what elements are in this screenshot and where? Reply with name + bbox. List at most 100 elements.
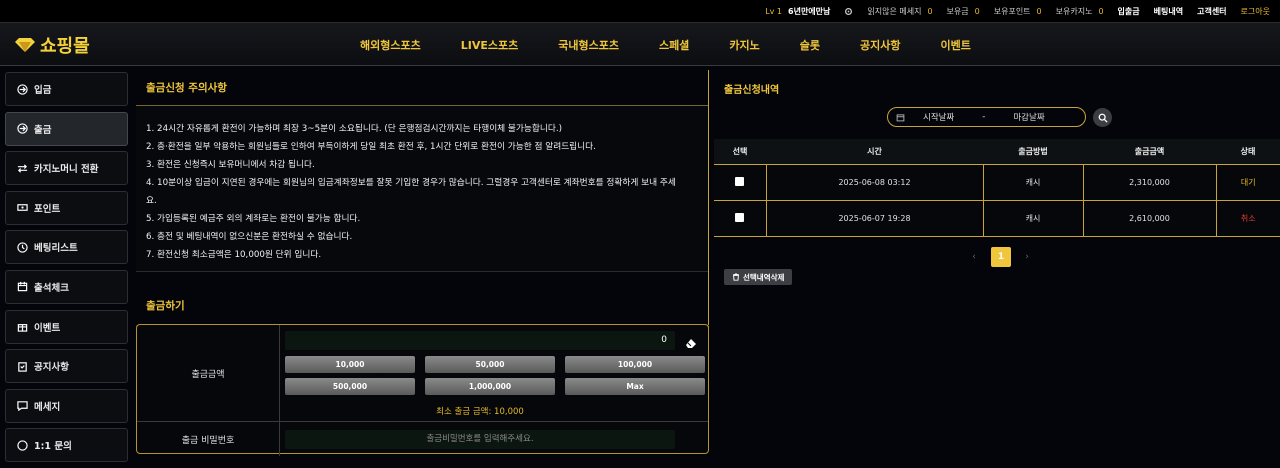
- row-method: 캐시: [983, 200, 1084, 237]
- min-amount-text: 최소 출금 금액: 10,000: [436, 407, 524, 417]
- menu-event[interactable]: 이벤트: [940, 37, 970, 53]
- sidebar-item-inquiry[interactable]: 1:1 문의: [5, 428, 128, 463]
- notice-line: 6. 충전 및 베팅내역이 없으신분은 환전하실 수 없습니다.: [146, 232, 353, 242]
- quick-amount-button[interactable]: 100,000: [565, 356, 705, 373]
- row-checkbox[interactable]: [735, 212, 745, 222]
- level-text: Lv 1: [765, 6, 783, 16]
- delete-selected-button[interactable]: 선택내역삭제: [724, 269, 793, 285]
- row-amount: 2,310,000: [1083, 164, 1217, 201]
- password-input[interactable]: 출금비밀번호를 입력해주세요.: [285, 430, 675, 449]
- quick-amount-button[interactable]: 10,000: [285, 356, 415, 373]
- calendar-icon: [17, 282, 28, 292]
- date-range[interactable]: 시작날짜 - 마감날짜: [887, 107, 1086, 127]
- prev-page-button[interactable]: ‹: [964, 247, 984, 267]
- sidebar-item-label: 출금: [34, 124, 52, 136]
- password-row: 출금 비밀번호 출금비밀번호를 입력해주세요.: [137, 421, 708, 456]
- quick-amount-button[interactable]: 500,000: [285, 378, 415, 395]
- holding-money: 보유금 0: [947, 6, 980, 17]
- menu-overseas-sports[interactable]: 해외형스포츠: [360, 37, 421, 53]
- withdraw-icon: [17, 123, 28, 134]
- next-page-button[interactable]: ›: [1017, 247, 1037, 267]
- menu-live-sports[interactable]: LIVE스포츠: [461, 37, 519, 53]
- start-date-input[interactable]: 시작날짜: [923, 111, 954, 123]
- unread-label: 읽지않은 메세지: [867, 6, 922, 16]
- end-date-input[interactable]: 마감날짜: [1013, 111, 1044, 123]
- sidebar: 입금 출금 카지노머니 전환 포인트 베팅리스트 출석체크 이벤트 공지사항 메…: [5, 72, 128, 468]
- logo[interactable]: 쇼핑몰: [14, 32, 90, 58]
- notice-title: 출금신청 주의사항: [136, 70, 708, 106]
- row-amount: 2,610,000: [1083, 200, 1217, 237]
- sidebar-item-event[interactable]: 이벤트: [5, 309, 128, 344]
- exchange-icon: [17, 164, 28, 173]
- notice-line: 2. 충·환전을 일부 악용하는 회원님들로 인하여 부득이하게 당일 최초 환…: [146, 142, 596, 152]
- search-icon: [1098, 113, 1108, 123]
- sidebar-item-notice[interactable]: 공지사항: [5, 349, 128, 384]
- row-checkbox[interactable]: [735, 176, 745, 186]
- settings-icon[interactable]: [844, 7, 853, 16]
- logout-link[interactable]: 로그아웃: [1241, 6, 1270, 17]
- support-link[interactable]: 고객센터: [1197, 6, 1226, 17]
- menu-domestic-sports[interactable]: 국내형스포츠: [558, 37, 619, 53]
- main-nav: 쇼핑몰 해외형스포츠 LIVE스포츠 국내형스포츠 스페셜 카지노 슬롯 공지사…: [0, 22, 1280, 66]
- max-amount-button[interactable]: Max: [565, 378, 705, 395]
- col-time: 시간: [766, 139, 983, 165]
- diamond-icon: [15, 38, 35, 52]
- trash-icon: [733, 273, 739, 281]
- row-method: 캐시: [983, 164, 1084, 201]
- notice-line: 1. 24시간 자유롭게 환전이 가능하며 최장 3~5분이 소요됩니다. (단…: [146, 124, 563, 134]
- menu-notice[interactable]: 공지사항: [860, 37, 900, 53]
- table-row: 2025-06-08 03:12 캐시 2,310,000 대기: [714, 164, 1280, 201]
- calendar-icon: [896, 113, 905, 121]
- sidebar-item-label: 메세지: [34, 401, 61, 413]
- sidebar-item-betting-list[interactable]: 베팅리스트: [5, 230, 128, 265]
- withdraw-form: 출금금액 0 10,000 50,000 100,000 500,000 1,0…: [136, 324, 709, 456]
- sidebar-item-attendance[interactable]: 출석체크: [5, 269, 128, 304]
- quick-amount-button[interactable]: 50,000: [425, 356, 555, 373]
- menu-casino[interactable]: 카지노: [729, 37, 759, 53]
- sidebar-item-label: 출석체크: [34, 282, 69, 294]
- delete-selected-label: 선택내역삭제: [743, 272, 785, 282]
- casino-label: 보유카지노: [1055, 6, 1093, 16]
- row-checkbox-cell: [714, 164, 767, 201]
- page-button-current[interactable]: 1: [991, 247, 1011, 267]
- points-value: 0: [1036, 6, 1042, 16]
- sidebar-item-deposit[interactable]: 입금: [5, 72, 128, 106]
- help-icon: [17, 440, 28, 451]
- col-select: 선택: [714, 139, 766, 165]
- holding-label: 보유금: [946, 6, 969, 16]
- betting-link[interactable]: 베팅내역: [1154, 6, 1183, 17]
- sidebar-item-message[interactable]: 메세지: [5, 388, 128, 423]
- sidebar-item-label: 공지사항: [34, 362, 69, 374]
- withdraw-title: 출금하기: [136, 286, 709, 326]
- quick-amount-button[interactable]: 1,000,000: [425, 378, 555, 395]
- withdraw-panel: 출금신청 주의사항 1. 24시간 자유롭게 환전이 가능하며 최장 3~5분이…: [136, 70, 709, 456]
- sidebar-item-label: 이벤트: [34, 322, 61, 334]
- sidebar-item-point[interactable]: 포인트: [5, 190, 128, 225]
- gift-icon: [17, 324, 28, 332]
- clipboard-icon: [18, 361, 27, 372]
- holding-value: 0: [974, 6, 980, 16]
- history-panel: 출금신청내역 시작날짜 - 마감날짜 선택 시간 출금방법 출금금액 상태 20…: [714, 70, 1280, 444]
- row-status: 취소: [1216, 200, 1280, 237]
- history-icon: [17, 242, 28, 253]
- row-time: 2025-06-07 19:28: [766, 200, 984, 237]
- col-amount: 출금금액: [1083, 139, 1216, 165]
- table-header: 선택 시간 출금방법 출금금액 상태: [714, 139, 1280, 165]
- sidebar-item-casino-exchange[interactable]: 카지노머니 전환: [5, 151, 128, 186]
- user-level: Lv 1 6년만에만남: [765, 6, 830, 17]
- sidebar-item-withdraw[interactable]: 출금: [5, 111, 128, 146]
- table-row: 2025-06-07 19:28 캐시 2,610,000 취소: [714, 200, 1280, 237]
- point-icon: [17, 204, 28, 212]
- eraser-icon[interactable]: [685, 334, 697, 348]
- notice-line: 5. 가입등록된 예금주 외의 계좌로는 환전이 불가능 합니다.: [146, 214, 361, 224]
- deposit-link[interactable]: 입출금: [1118, 6, 1140, 17]
- menu-special[interactable]: 스페셜: [659, 37, 689, 53]
- menu-list: 해외형스포츠 LIVE스포츠 국내형스포츠 스페셜 카지노 슬롯 공지사항 이벤…: [360, 23, 1011, 67]
- row-checkbox-cell: [714, 200, 767, 237]
- menu-slot[interactable]: 슬롯: [800, 37, 820, 53]
- notice-line: 4. 10분이상 입금이 지연된 경우에는 회원님의 입금계좌정보를 잘못 기입…: [146, 178, 676, 188]
- search-button[interactable]: [1093, 108, 1112, 127]
- casino-value: 0: [1098, 6, 1104, 16]
- amount-input[interactable]: 0: [285, 331, 675, 350]
- unread-messages[interactable]: 읽지않은 메세지 0: [867, 6, 932, 17]
